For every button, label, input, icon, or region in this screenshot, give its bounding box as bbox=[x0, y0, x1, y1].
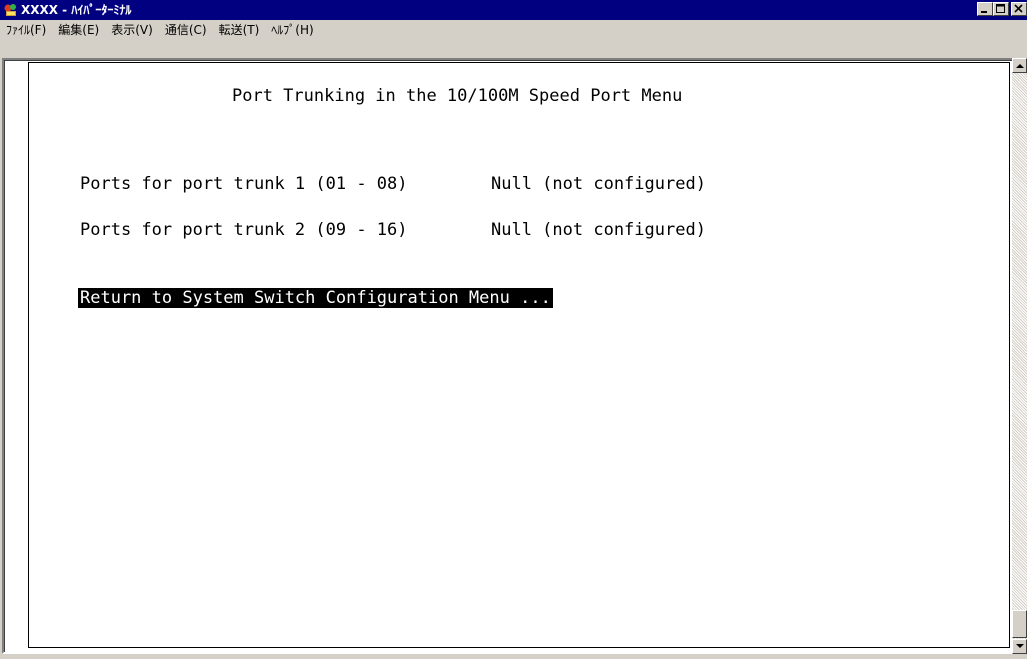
close-icon bbox=[1014, 4, 1023, 13]
vertical-scrollbar[interactable] bbox=[1012, 58, 1027, 654]
scroll-up-button[interactable] bbox=[1012, 58, 1027, 73]
scroll-down-button[interactable] bbox=[1012, 639, 1027, 654]
minimize-icon bbox=[981, 11, 987, 13]
menu-file[interactable]: ﾌｧｲﾙ(F) bbox=[0, 21, 52, 39]
close-button[interactable] bbox=[1011, 2, 1027, 16]
menu-transfer[interactable]: 転送(T) bbox=[213, 21, 266, 39]
trunk-2-value: Null (not configured) bbox=[491, 220, 706, 240]
hyperterminal-window: XXXX - ﾊｲﾊﾟｰﾀｰﾐﾅﾙ ﾌｧｲﾙ(F) 編集(E) 表示(V) 通信… bbox=[0, 0, 1027, 659]
scroll-thumb[interactable] bbox=[1012, 610, 1027, 638]
menu-call[interactable]: 通信(C) bbox=[159, 21, 213, 39]
arrow-up-icon bbox=[1016, 64, 1024, 68]
terminal-screen-frame bbox=[28, 62, 1010, 648]
trunk-2-label[interactable]: Ports for port trunk 2 (09 - 16) bbox=[80, 220, 408, 240]
hyperterminal-icon[interactable] bbox=[3, 2, 19, 18]
title-bar[interactable]: XXXX - ﾊｲﾊﾟｰﾀｰﾐﾅﾙ bbox=[0, 0, 1027, 20]
menu-help[interactable]: ﾍﾙﾌﾟ(H) bbox=[265, 21, 319, 39]
menu-bar: ﾌｧｲﾙ(F) 編集(E) 表示(V) 通信(C) 転送(T) ﾍﾙﾌﾟ(H) bbox=[0, 20, 1027, 40]
maximize-icon bbox=[996, 4, 1005, 13]
return-menu-item[interactable]: Return to System Switch Configuration Me… bbox=[78, 288, 553, 308]
window-controls bbox=[977, 2, 1027, 18]
menu-edit[interactable]: 編集(E) bbox=[52, 21, 105, 39]
window-title: XXXX - ﾊｲﾊﾟｰﾀｰﾐﾅﾙ bbox=[21, 3, 132, 17]
trunk-1-value: Null (not configured) bbox=[491, 174, 706, 194]
minimize-button[interactable] bbox=[977, 2, 993, 16]
maximize-button[interactable] bbox=[993, 2, 1009, 16]
trunk-1-label[interactable]: Ports for port trunk 1 (01 - 08) bbox=[80, 174, 408, 194]
menu-view[interactable]: 表示(V) bbox=[105, 21, 159, 39]
arrow-down-icon bbox=[1016, 644, 1024, 648]
menu-heading: Port Trunking in the 10/100M Speed Port … bbox=[232, 86, 683, 106]
